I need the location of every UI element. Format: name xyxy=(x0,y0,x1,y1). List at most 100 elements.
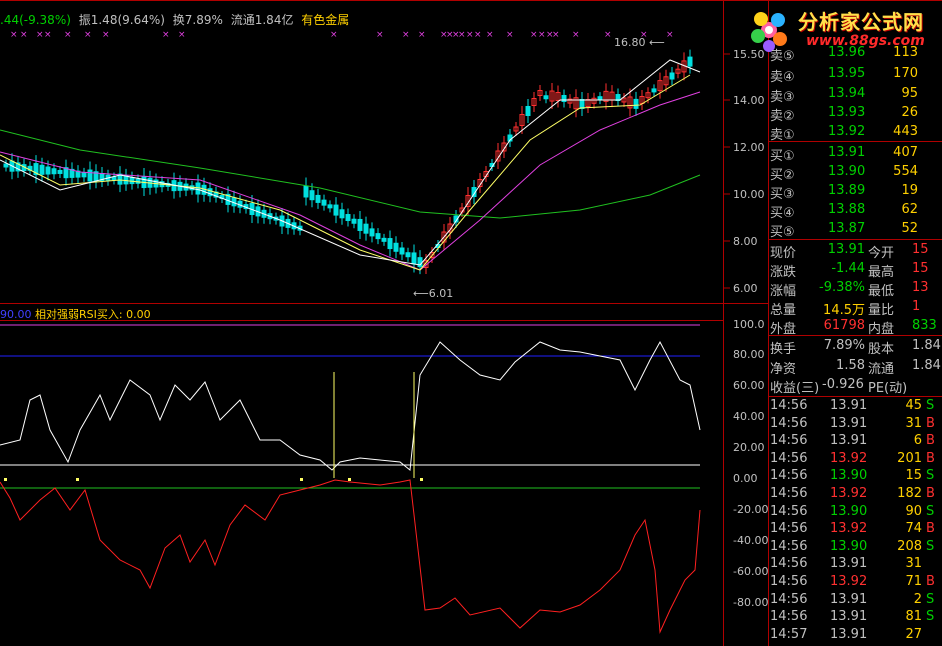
high-annotation: 16.80 ⟵ xyxy=(614,36,665,49)
x-marker: × xyxy=(552,30,560,40)
tick-volume: 81 xyxy=(905,609,922,625)
x-marker: × xyxy=(376,30,384,40)
quote-label: 现价 xyxy=(770,246,797,261)
quote-label: 涨幅 xyxy=(770,284,797,299)
price-axis-label: 14.00 xyxy=(733,94,765,107)
ask-volume: 26 xyxy=(901,105,918,120)
bid-label: 买③ xyxy=(770,187,795,202)
bid-price: 13.89 xyxy=(828,183,866,198)
bid-volume: 554 xyxy=(893,164,918,179)
tick-volume: 6 xyxy=(913,433,922,449)
signal-dot xyxy=(420,478,423,481)
bid-label: 买② xyxy=(770,168,795,183)
tick-time: 14:56 xyxy=(770,486,808,501)
x-marker: × xyxy=(486,30,494,40)
tick-volume: 2 xyxy=(913,591,922,607)
tick-price: 13.90 xyxy=(830,468,868,484)
candle-body xyxy=(321,199,327,206)
indicator-name: 相对强弱RSI买入: 0.00 xyxy=(35,308,151,321)
candle-body xyxy=(195,182,201,195)
ask-label: 卖① xyxy=(770,128,795,143)
quote-label: 内盘 xyxy=(868,322,895,337)
candle-body xyxy=(357,218,363,231)
candle-body xyxy=(669,72,675,80)
candle-body xyxy=(375,233,381,240)
header-turnover: 换7.89% xyxy=(172,13,223,27)
tick-volume: 201 xyxy=(897,450,922,466)
candle-body xyxy=(345,214,351,222)
tick-volume: 45 xyxy=(905,398,922,413)
rsi-axis-label: -40.00 xyxy=(733,534,769,547)
quote-value: -9.38% xyxy=(819,280,865,295)
tick-time: 14:56 xyxy=(770,398,808,413)
rsi-line xyxy=(0,340,701,471)
tick-price: 13.91 xyxy=(830,556,868,572)
candle-body xyxy=(3,163,9,168)
ask-volume: 95 xyxy=(901,86,918,101)
price-axis-label: 6.00 xyxy=(733,282,758,295)
tick-price: 13.90 xyxy=(830,503,868,519)
signal-marks: × × × × × × × × × × × × × ×××× × × × × × × ×× × × × × xyxy=(4,30,674,481)
tick-price: 13.92 xyxy=(830,450,868,466)
ask-label: 卖⑤ xyxy=(770,49,795,64)
tick-time: 14:56 xyxy=(770,415,808,431)
tick-time: 14:56 xyxy=(770,433,808,449)
ask-price: 13.94 xyxy=(828,86,866,101)
tick-price: 13.91 xyxy=(830,591,868,607)
x-marker: × xyxy=(102,30,110,40)
tick-price: 13.91 xyxy=(830,609,868,625)
rsi-axis-label: 60.00 xyxy=(733,379,765,392)
ma5-line xyxy=(0,59,701,266)
tick-volume: 15 xyxy=(905,468,922,484)
x-marker: × xyxy=(330,30,338,40)
signal-dot xyxy=(300,478,303,481)
ask-label: 卖④ xyxy=(770,70,795,85)
x-marker: × xyxy=(44,30,52,40)
tick-time: 14:57 xyxy=(770,626,808,642)
candle-body xyxy=(525,106,531,116)
quote-label: 涨跌 xyxy=(770,265,797,280)
ask-label: 卖③ xyxy=(770,90,795,105)
x-marker: × xyxy=(572,30,580,40)
tick-side: B xyxy=(926,433,935,449)
tick-time: 14:56 xyxy=(770,609,808,625)
tick-side: S xyxy=(926,398,935,413)
rsi-lines xyxy=(0,340,701,634)
candle-body xyxy=(369,228,375,237)
x-marker: × xyxy=(84,30,92,40)
candle-body xyxy=(387,238,393,250)
candlesticks xyxy=(3,49,693,275)
x-marker: × xyxy=(604,30,612,40)
moving-average-lines xyxy=(0,59,701,271)
tick-time: 14:56 xyxy=(770,521,808,537)
quote-label: 股本 xyxy=(868,342,895,357)
tick-price: 13.90 xyxy=(830,538,868,554)
tick-price: 13.92 xyxy=(830,486,868,501)
rsi-axis-label: 100.0 xyxy=(733,318,765,331)
x-marker: × xyxy=(418,30,426,40)
x-marker: × xyxy=(10,30,18,40)
candle-body xyxy=(651,88,657,93)
candle-body xyxy=(381,237,387,242)
header-change: .44(-9.38%) xyxy=(0,13,71,27)
quote-label: 换手 xyxy=(770,342,797,357)
rsi-axis-label: 0.00 xyxy=(733,472,758,485)
tick-side: S xyxy=(926,591,935,607)
x-marker: × xyxy=(530,30,538,40)
candle-body xyxy=(111,176,117,181)
candle-body xyxy=(309,190,315,201)
x-marker: × xyxy=(666,30,674,40)
header-float: 流通1.84亿 xyxy=(230,13,294,27)
quote-value: -1.44 xyxy=(831,261,865,276)
rsi-axis-label: 40.00 xyxy=(733,410,765,423)
price-axis-label: 10.00 xyxy=(733,188,765,201)
bid-label: 买④ xyxy=(770,206,795,221)
tick-time: 14:56 xyxy=(770,538,808,554)
ask-volume: 113 xyxy=(893,45,918,60)
candle-body xyxy=(363,223,369,234)
quote-value: 1.84 xyxy=(912,358,941,373)
candle-body xyxy=(405,252,411,258)
tick-volume: 31 xyxy=(905,415,922,431)
tick-volume: 74 xyxy=(905,521,922,537)
ask-volume: 443 xyxy=(893,124,918,139)
